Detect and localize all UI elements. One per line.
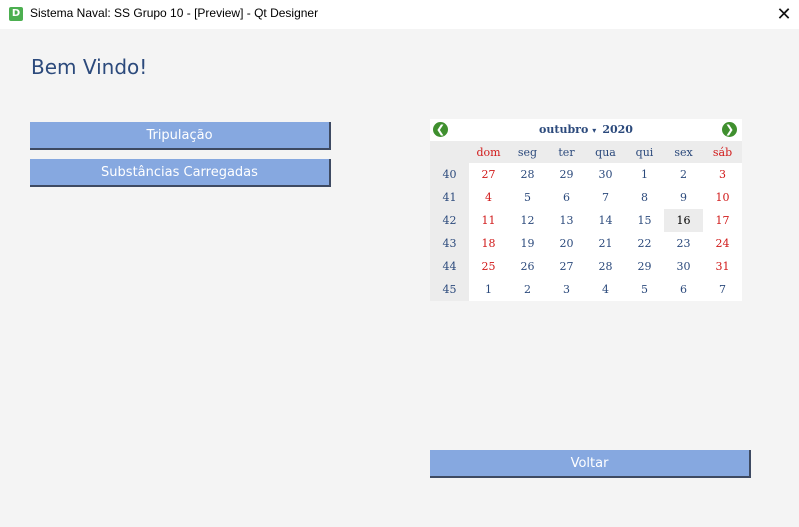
weekday-header: dom xyxy=(469,141,508,163)
calendar-week-row: 45 1 2 3 4 5 6 7 xyxy=(430,278,742,301)
calendar-day[interactable]: 11 xyxy=(469,209,508,232)
qt-designer-app-icon: D xyxy=(9,7,23,21)
calendar-day[interactable]: 25 xyxy=(469,255,508,278)
calendar-day[interactable]: 6 xyxy=(664,278,703,301)
calendar-day[interactable]: 2 xyxy=(508,278,547,301)
voltar-button[interactable]: Voltar xyxy=(430,450,751,478)
arrow-right-icon[interactable]: ❯ xyxy=(722,122,737,137)
calendar-widget[interactable]: ❮ outubro ▾ 2020 ❯ dom seg ter qua qui sex… xyxy=(430,119,742,301)
calendar-day[interactable]: 8 xyxy=(625,186,664,209)
calendar-day[interactable]: 30 xyxy=(664,255,703,278)
calendar-day[interactable]: 17 xyxy=(703,209,742,232)
week-number: 43 xyxy=(430,232,469,255)
week-number-header xyxy=(430,141,469,163)
weekday-header: ter xyxy=(547,141,586,163)
year-selector[interactable]: 2020 xyxy=(602,123,633,136)
month-selector[interactable]: outubro xyxy=(539,123,588,136)
calendar-day[interactable]: 13 xyxy=(547,209,586,232)
calendar-day[interactable]: 29 xyxy=(625,255,664,278)
calendar-day[interactable]: 19 xyxy=(508,232,547,255)
calendar-day[interactable]: 31 xyxy=(703,255,742,278)
weekday-header: sex xyxy=(664,141,703,163)
weekday-header: qua xyxy=(586,141,625,163)
calendar-day[interactable]: 22 xyxy=(625,232,664,255)
calendar-day[interactable]: 4 xyxy=(586,278,625,301)
calendar-day[interactable]: 1 xyxy=(469,278,508,301)
calendar-day[interactable]: 27 xyxy=(469,163,508,186)
close-icon[interactable]: ✕ xyxy=(769,0,799,29)
calendar-grid: dom seg ter qua qui sex sáb 40 27 28 29 … xyxy=(430,141,742,301)
calendar-day-selected[interactable]: 16 xyxy=(664,209,703,232)
welcome-heading: Bem Vindo! xyxy=(31,55,148,79)
week-number: 45 xyxy=(430,278,469,301)
weekday-header: seg xyxy=(508,141,547,163)
calendar-navigation-bar: ❮ outubro ▾ 2020 ❯ xyxy=(430,119,742,141)
calendar-day[interactable]: 28 xyxy=(586,255,625,278)
calendar-day[interactable]: 2 xyxy=(664,163,703,186)
calendar-week-row: 40 27 28 29 30 1 2 3 xyxy=(430,163,742,186)
week-number: 41 xyxy=(430,186,469,209)
calendar-day[interactable]: 12 xyxy=(508,209,547,232)
calendar-day[interactable]: 10 xyxy=(703,186,742,209)
calendar-day[interactable]: 4 xyxy=(469,186,508,209)
calendar-day[interactable]: 3 xyxy=(547,278,586,301)
calendar-day[interactable]: 21 xyxy=(586,232,625,255)
calendar-day[interactable]: 14 xyxy=(586,209,625,232)
week-number: 44 xyxy=(430,255,469,278)
calendar-day[interactable]: 28 xyxy=(508,163,547,186)
calendar-day[interactable]: 5 xyxy=(508,186,547,209)
window-title: Sistema Naval: SS Grupo 10 - [Preview] -… xyxy=(30,6,319,20)
calendar-day[interactable]: 15 xyxy=(625,209,664,232)
calendar-day[interactable]: 6 xyxy=(547,186,586,209)
title-bar: D Sistema Naval: SS Grupo 10 - [Preview]… xyxy=(0,0,799,29)
calendar-week-row: 43 18 19 20 21 22 23 24 xyxy=(430,232,742,255)
calendar-day[interactable]: 7 xyxy=(703,278,742,301)
calendar-day[interactable]: 9 xyxy=(664,186,703,209)
calendar-week-row: 41 4 5 6 7 8 9 10 xyxy=(430,186,742,209)
weekday-header-row: dom seg ter qua qui sex sáb xyxy=(430,141,742,163)
calendar-day[interactable]: 5 xyxy=(625,278,664,301)
week-number: 40 xyxy=(430,163,469,186)
calendar-day[interactable]: 18 xyxy=(469,232,508,255)
calendar-week-row: 42 11 12 13 14 15 16 17 xyxy=(430,209,742,232)
calendar-day[interactable]: 27 xyxy=(547,255,586,278)
calendar-day[interactable]: 24 xyxy=(703,232,742,255)
calendar-day[interactable]: 23 xyxy=(664,232,703,255)
calendar-week-row: 44 25 26 27 28 29 30 31 xyxy=(430,255,742,278)
substancias-carregadas-button[interactable]: Substâncias Carregadas xyxy=(30,159,331,187)
calendar-day[interactable]: 1 xyxy=(625,163,664,186)
calendar-day[interactable]: 3 xyxy=(703,163,742,186)
chevron-down-icon[interactable]: ▾ xyxy=(592,125,596,135)
calendar-day[interactable]: 20 xyxy=(547,232,586,255)
calendar-day[interactable]: 30 xyxy=(586,163,625,186)
tripulacao-button[interactable]: Tripulação xyxy=(30,122,331,150)
calendar-day[interactable]: 29 xyxy=(547,163,586,186)
calendar-day[interactable]: 7 xyxy=(586,186,625,209)
weekday-header: qui xyxy=(625,141,664,163)
calendar-day[interactable]: 26 xyxy=(508,255,547,278)
week-number: 42 xyxy=(430,209,469,232)
weekday-header: sáb xyxy=(703,141,742,163)
month-year-label: outubro ▾ 2020 xyxy=(430,123,742,136)
